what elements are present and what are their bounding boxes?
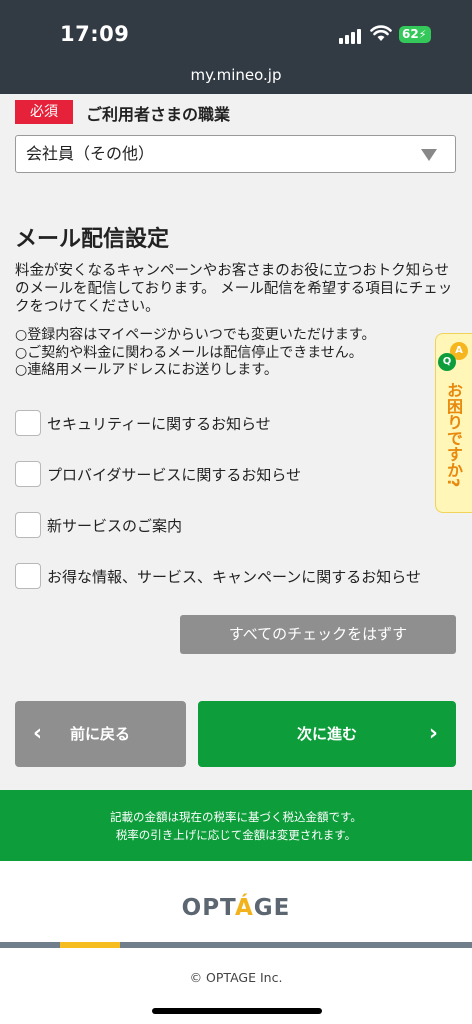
copyright: © OPTAGE Inc. (189, 970, 283, 985)
clock: 17:09 (60, 22, 130, 46)
optage-logo[interactable]: OPTÁGE (0, 895, 472, 921)
battery-icon: 62⚡ (399, 26, 431, 43)
checkbox[interactable] (15, 461, 41, 487)
checkbox-row-new-service[interactable]: 新サービスのご案内 (15, 511, 182, 539)
mail-notes: ○登録内容はマイページからいつでも変更いただけます。 ○ご契約や料金に関わるメー… (15, 327, 455, 380)
help-tab[interactable]: A Q お困りですか? (435, 333, 472, 513)
checkbox-row-security[interactable]: セキュリティーに関するお知らせ (15, 409, 271, 437)
note-item: ○登録内容はマイページからいつでも変更いただけます。 (15, 327, 376, 343)
next-button[interactable]: 次に進む › (198, 701, 456, 767)
required-badge: 必須 (15, 100, 73, 124)
tax-notice-line: 記載の金額は現在の税率に基づく税込金額です。 (110, 810, 362, 824)
checkbox[interactable] (15, 410, 41, 436)
uncheck-all-button[interactable]: すべてのチェックをはずす (180, 615, 456, 654)
checkbox[interactable] (15, 563, 41, 589)
note-item: ○連絡用メールアドレスにお送りします。 (15, 362, 278, 378)
home-indicator[interactable] (152, 1008, 322, 1014)
back-button-label: 前に戻る (70, 725, 131, 743)
occupation-select[interactable]: 会社員（その他） (15, 135, 456, 173)
chat-qa-icon: A Q (438, 342, 468, 372)
checkbox-row-campaign[interactable]: お得な情報、サービス、キャンペーンに関するお知らせ (15, 562, 421, 590)
footer-stripe (0, 942, 472, 948)
checkbox[interactable] (15, 512, 41, 538)
checkbox-label: 新サービスのご案内 (47, 516, 183, 535)
next-button-label: 次に進む (296, 725, 357, 743)
note-item: ○ご契約や料金に関わるメールは配信停止できません。 (15, 344, 363, 361)
back-button[interactable]: ‹ 前に戻る (15, 701, 186, 767)
dropdown-arrow-icon (421, 149, 437, 161)
occupation-label: ご利用者さまの職業 (86, 105, 231, 124)
occupation-selected-value: 会社員（その他） (26, 144, 155, 163)
tax-notice-line: 税率の引き上げに応じて金額は変更されます。 (115, 828, 357, 842)
checkbox-row-provider[interactable]: プロバイダサービスに関するお知らせ (15, 460, 301, 488)
chevron-right-icon: › (428, 721, 438, 746)
chevron-left-icon: ‹ (33, 721, 43, 746)
cellular-signal-icon (339, 28, 361, 44)
status-bar: 17:09 62⚡ my.mineo.jp (0, 0, 472, 94)
checkbox-label: プロバイダサービスに関するお知らせ (47, 465, 302, 484)
checkbox-label: セキュリティーに関するお知らせ (47, 414, 271, 433)
wifi-icon (370, 25, 392, 41)
address-bar[interactable]: my.mineo.jp (0, 66, 472, 84)
tax-notice-banner: 記載の金額は現在の税率に基づく税込金額です。 税率の引き上げに応じて金額は変更さ… (0, 790, 472, 861)
mail-description: 料金が安くなるキャンペーンやお客さまのお役に立つおトク知らせのメールを配信してお… (15, 263, 453, 315)
checkbox-label: お得な情報、サービス、キャンペーンに関するお知らせ (47, 567, 421, 586)
section-title: メール配信設定 (15, 227, 170, 252)
help-tab-label: お困りですか? (444, 382, 463, 488)
